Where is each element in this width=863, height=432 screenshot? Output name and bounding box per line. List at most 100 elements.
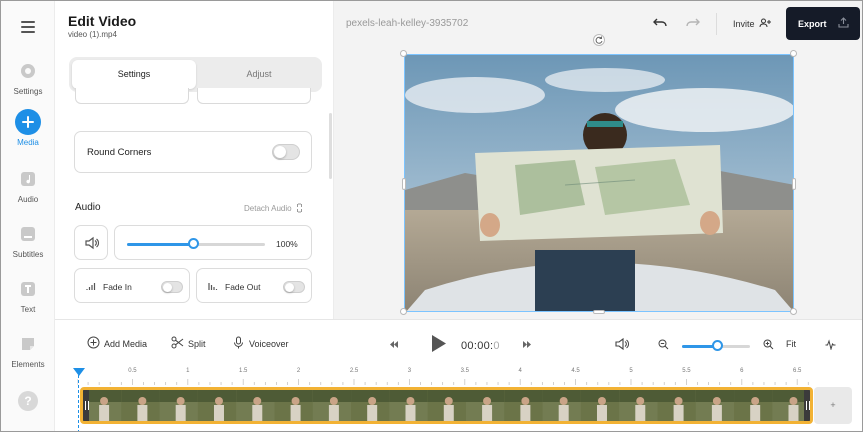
playhead-line [78, 375, 79, 431]
zoom-slider-knob[interactable] [712, 340, 724, 351]
clip-trim-handle-right[interactable] [804, 390, 810, 421]
voiceover-label: Voiceover [249, 339, 289, 349]
fade-out-card: Fade Out [196, 268, 312, 303]
clip-thumbnail [542, 390, 581, 421]
clip-thumbnail [580, 390, 620, 421]
fade-in-label: Fade In [103, 282, 132, 292]
ruler-tick-label: 2 [296, 368, 301, 374]
ruler-tick-label: 3 [407, 368, 412, 374]
resize-handle-bottom[interactable] [593, 310, 605, 314]
voiceover-button[interactable]: Voiceover [234, 336, 289, 349]
export-label: Export [798, 19, 827, 29]
clip-thumbnail [159, 390, 198, 421]
resize-handle-bottom-left[interactable] [400, 308, 407, 315]
redo-icon[interactable] [685, 15, 701, 31]
volume-slider-fill [127, 243, 194, 246]
volume-value: 100% [276, 239, 298, 249]
rail-item-media[interactable]: Media [1, 109, 55, 147]
scissors-icon [171, 336, 184, 349]
rotate-handle[interactable] [593, 34, 605, 46]
rail-item-text[interactable]: Text [1, 276, 55, 314]
round-corners-toggle[interactable] [272, 144, 300, 160]
play-icon[interactable] [431, 334, 447, 353]
split-button[interactable]: Split [171, 336, 206, 349]
microphone-icon [234, 336, 243, 349]
hamburger-menu-icon[interactable] [21, 21, 35, 33]
rotate-icon [595, 36, 603, 44]
clip-thumbnail [619, 390, 658, 421]
clip-thumbnail [312, 390, 352, 421]
detach-audio-label: Detach Audio [244, 204, 292, 213]
clip-thumbnails [83, 390, 810, 421]
ruler-ticks [77, 379, 809, 385]
panel-title: Edit Video [68, 13, 137, 29]
add-media-button[interactable]: Add Media [87, 336, 148, 349]
video-preview[interactable] [404, 54, 794, 312]
add-circle-icon [87, 336, 100, 349]
rail-label: Settings [13, 87, 43, 96]
project-name[interactable]: pexels-leah-kelley-3935702 [346, 18, 468, 29]
clip-thumbnail [657, 390, 696, 421]
playback-time: 00:00:0 [461, 340, 500, 352]
rail-item-audio[interactable]: Audio [1, 166, 55, 204]
zoom-out-icon[interactable] [658, 339, 669, 350]
rail-label: Subtitles [12, 250, 44, 259]
invite-button[interactable]: Invite [733, 18, 772, 29]
fast-forward-icon[interactable] [522, 340, 532, 349]
zoom-in-icon[interactable] [763, 339, 774, 350]
add-user-icon [759, 18, 772, 28]
panel-filename: video (1).mp4 [68, 30, 117, 39]
add-media-label: Add Media [104, 339, 148, 349]
invite-label: Invite [733, 19, 755, 29]
partial-card-right [197, 88, 311, 104]
left-rail: Settings Media Audio Subtitles Text Elem… [1, 1, 55, 431]
waveform-icon[interactable] [825, 339, 836, 350]
partial-card-left [75, 88, 189, 104]
undo-icon[interactable] [652, 15, 668, 31]
playback-toolbar: Add Media Split Voiceover 00:00:0 Fit [55, 319, 862, 365]
ruler-tick-label: 5 [629, 368, 633, 374]
app-window: Settings Media Audio Subtitles Text Elem… [0, 0, 863, 432]
resize-handle-top-right[interactable] [790, 50, 797, 57]
clip-thumbnail [504, 390, 543, 421]
rail-item-subtitles[interactable]: Subtitles [1, 221, 55, 259]
gear-icon [15, 58, 41, 84]
fade-out-toggle[interactable] [283, 281, 305, 293]
panel-scrollbar[interactable] [329, 113, 332, 179]
fade-in-toggle[interactable] [161, 281, 183, 293]
panel-tabs: Settings Adjust [69, 57, 322, 92]
timeline: 0.5 1 1.5 2 2.5 3 3.5 4 4.5 5 5.5 6 6.5 + [55, 365, 862, 431]
playhead-marker[interactable] [73, 368, 85, 376]
time-fraction: 0 [493, 340, 500, 352]
clip-thumbnail [734, 390, 773, 421]
music-note-icon [15, 166, 41, 192]
resize-handle-left[interactable] [402, 178, 406, 190]
clip-thumbnail [695, 390, 735, 421]
add-clip-button[interactable]: + [814, 387, 852, 424]
clip-thumbnail [197, 390, 237, 421]
clip-thumbnail [466, 390, 505, 421]
resize-handle-top-left[interactable] [400, 50, 407, 57]
tab-adjust[interactable]: Adjust [197, 60, 321, 89]
round-corners-label: Round Corners [87, 147, 152, 158]
speaker-icon[interactable] [614, 337, 630, 351]
detach-audio-button[interactable]: Detach Audio [244, 203, 303, 213]
export-button[interactable]: Export [786, 7, 860, 40]
round-corners-card: Round Corners [74, 131, 312, 173]
video-clip-track[interactable] [80, 387, 813, 424]
resize-handle-bottom-right[interactable] [790, 308, 797, 315]
resize-handle-right[interactable] [792, 178, 796, 190]
ruler-tick-label: 1 [186, 368, 190, 374]
mute-button[interactable] [74, 225, 108, 260]
clip-thumbnail [389, 390, 428, 421]
help-icon[interactable]: ? [18, 391, 38, 411]
ruler-tick-label: 4.5 [571, 368, 580, 374]
rail-item-elements[interactable]: Elements [1, 331, 55, 369]
clip-trim-handle-left[interactable] [83, 390, 89, 421]
detach-icon [296, 203, 302, 213]
rail-label: Text [20, 305, 36, 314]
tab-settings[interactable]: Settings [72, 60, 196, 89]
rewind-icon[interactable] [389, 340, 399, 349]
fit-button[interactable]: Fit [786, 339, 796, 349]
rail-item-settings[interactable]: Settings [1, 58, 55, 96]
